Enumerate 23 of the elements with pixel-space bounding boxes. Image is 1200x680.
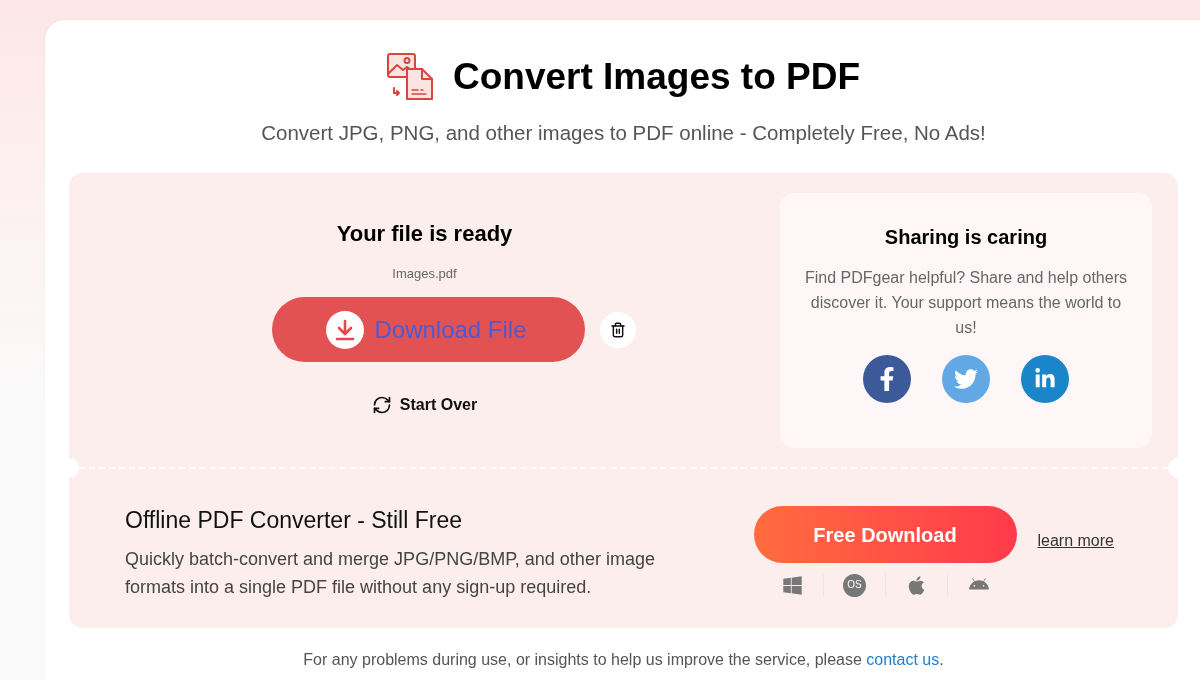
start-over-button[interactable]: Start Over <box>371 393 478 417</box>
file-name: Images.pdf <box>392 265 457 283</box>
refresh-icon <box>371 395 392 415</box>
share-text: Find PDFgear helpful? Share and help others discover it. Your support means the world to us! <box>804 268 1128 338</box>
footer-note: For any problems during use, or insights to help us improve the service, please contact us. <box>302 650 945 670</box>
page-title: Convert Images to PDF <box>452 54 861 99</box>
page-subtitle: Convert JPG, PNG, and other images to PDF online - Completely Free, No Ads! <box>260 120 987 146</box>
free-download-button[interactable]: Free Download <box>753 506 1017 563</box>
offline-title: Offline PDF Converter - Still Free <box>125 506 463 535</box>
delete-button[interactable] <box>600 311 636 348</box>
twitter-icon[interactable] <box>942 355 990 403</box>
ready-title: Your file is ready <box>336 220 513 248</box>
macos-badge[interactable]: OS <box>843 573 866 597</box>
images-document-icon <box>386 53 434 100</box>
offline-text: Quickly batch-convert and merge JPG/PNG/BMP, and other image formats into a single PDF file without any sign-up required. <box>125 548 656 599</box>
windows-icon[interactable] <box>780 573 804 597</box>
download-icon <box>326 310 365 349</box>
trash-icon <box>610 321 626 338</box>
contact-link[interactable]: contact us <box>866 651 940 668</box>
share-title: Sharing is caring <box>884 225 1048 250</box>
linkedin-icon[interactable] <box>1021 355 1069 403</box>
facebook-icon[interactable] <box>863 355 911 403</box>
learn-more-link[interactable]: learn more <box>1037 530 1114 552</box>
